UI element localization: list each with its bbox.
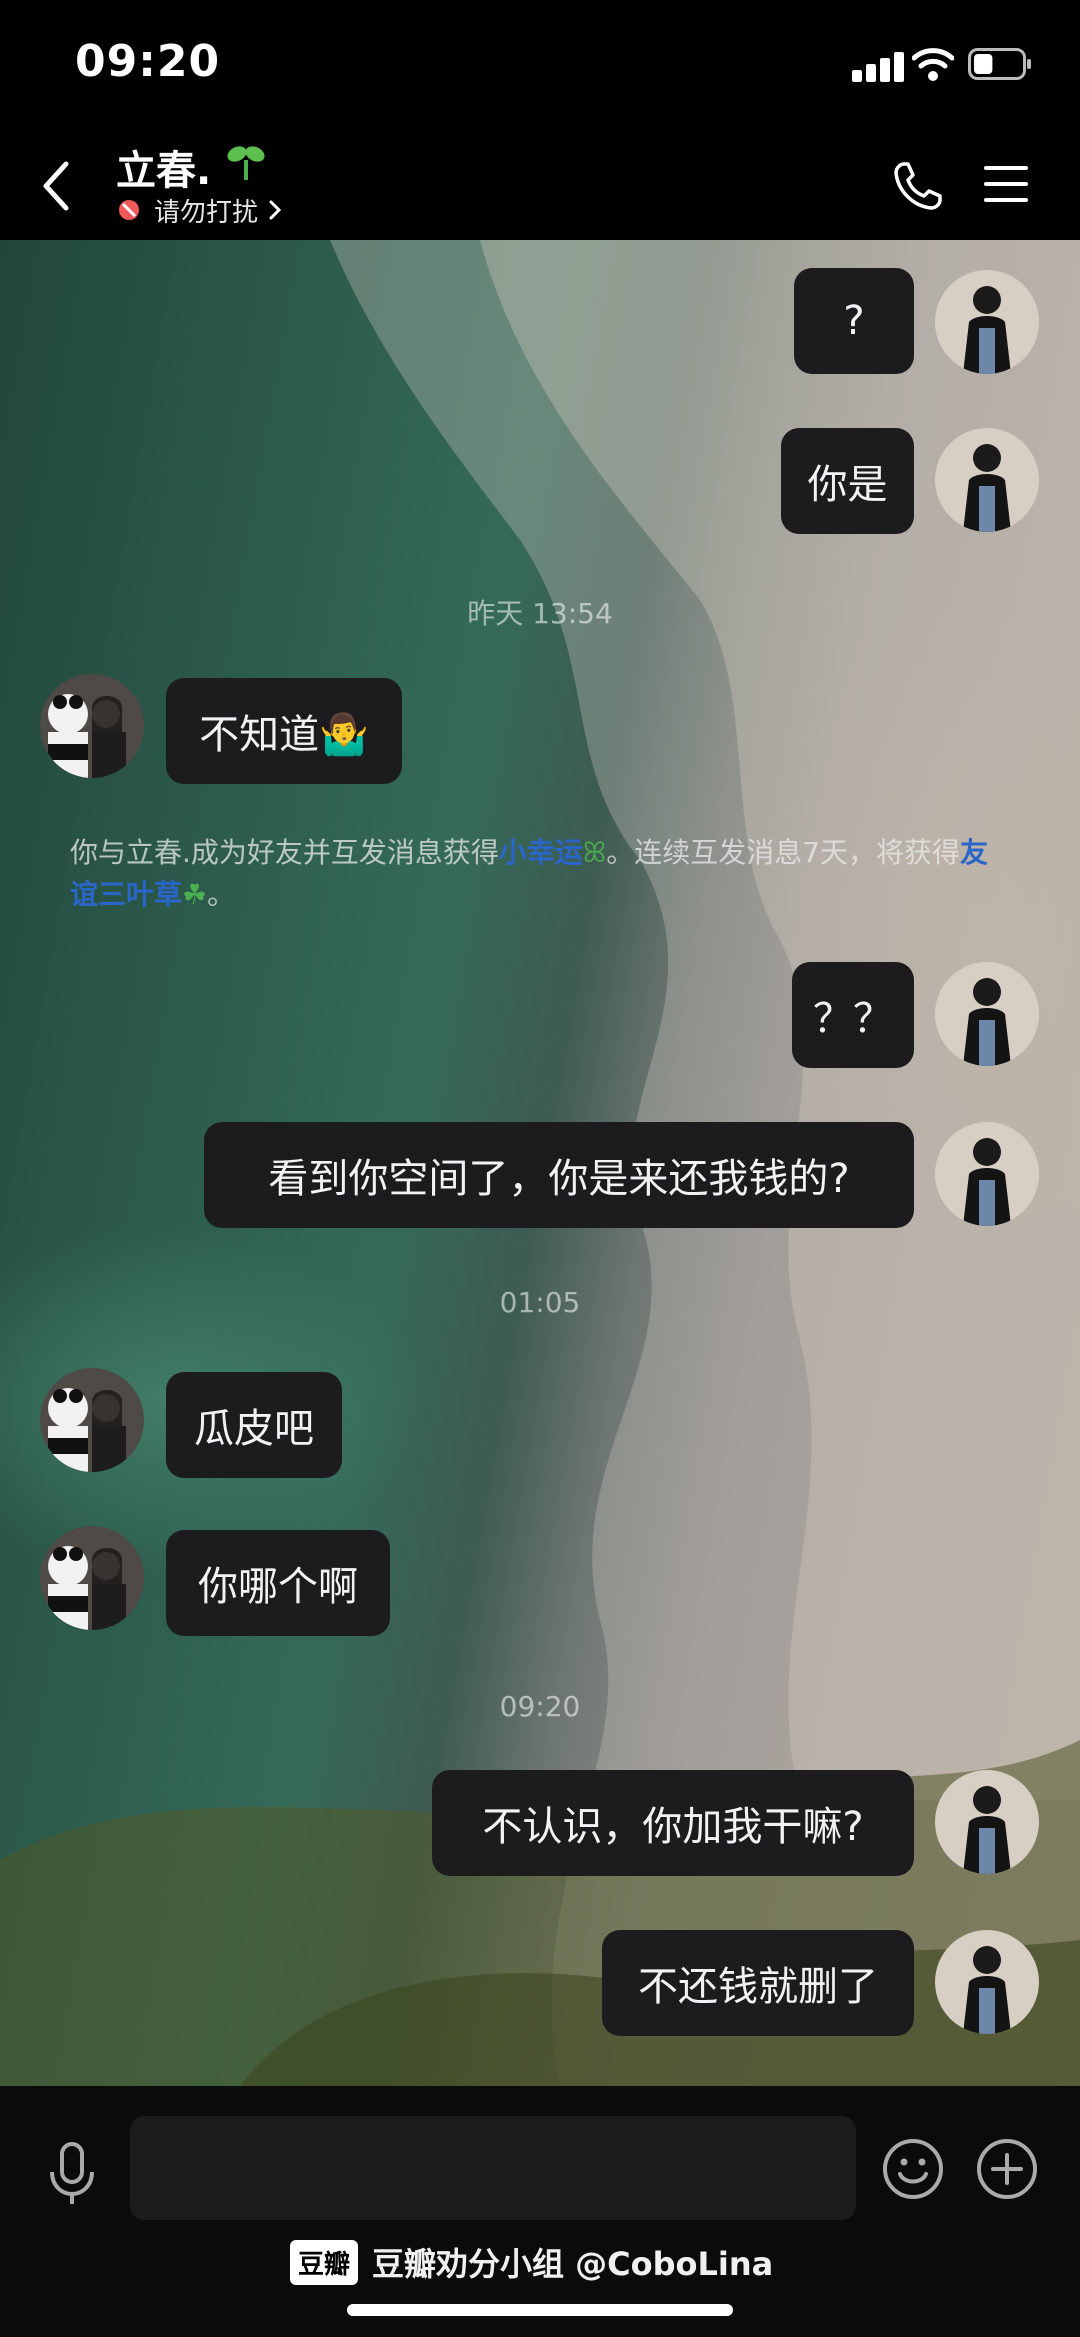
message-bubble-outgoing[interactable]: 不还钱就删了 — [602, 1930, 914, 2036]
battery-icon — [968, 48, 1031, 80]
notice-text: 。 — [207, 878, 236, 911]
chat-area[interactable]: ? 你是 昨天 13:54 不知道🤷‍♂️ 你与立春.成为好友并互发消息获得小幸… — [0, 240, 1080, 2086]
back-arrow-icon[interactable] — [36, 156, 76, 216]
contact-avatar[interactable] — [40, 1368, 144, 1472]
message-input[interactable] — [130, 2116, 856, 2220]
message-bubble-incoming[interactable]: 瓜皮吧 — [166, 1372, 342, 1478]
menu-icon[interactable] — [984, 164, 1028, 204]
my-avatar[interactable] — [935, 1930, 1039, 2034]
message-bubble-outgoing[interactable]: 你是 — [781, 428, 914, 534]
my-avatar[interactable] — [935, 1770, 1039, 1874]
sprout-icon — [227, 146, 265, 180]
avatar-photo — [40, 1368, 144, 1472]
message-bubble-outgoing[interactable]: ? — [794, 268, 914, 374]
avatar-photo — [935, 1930, 1039, 2034]
douban-logo: 豆瓣 — [290, 2239, 359, 2285]
message-bubble-incoming[interactable]: 你哪个啊 — [166, 1530, 390, 1636]
wifi-icon — [912, 48, 954, 81]
home-indicator[interactable] — [347, 2304, 733, 2316]
do-not-disturb-icon — [119, 200, 139, 220]
douban-watermark: 豆瓣 豆瓣劝分小组 @CoboLina — [290, 2238, 773, 2286]
lucky-link[interactable]: 小幸运 — [499, 836, 583, 869]
message-bubble-incoming[interactable]: 不知道🤷‍♂️ — [166, 678, 402, 784]
avatar-photo — [935, 1122, 1039, 1226]
message-bubble-outgoing[interactable]: 看到你空间了，你是来还我钱的? — [204, 1122, 914, 1228]
status-time: 09:20 — [75, 36, 221, 87]
small-sprout-icon: ꕤ — [582, 836, 607, 869]
status-bar: 09:20 — [0, 0, 1080, 130]
contact-avatar[interactable] — [40, 1526, 144, 1630]
contact-avatar[interactable] — [40, 674, 144, 778]
cellular-signal-icon — [852, 52, 904, 82]
avatar-photo — [935, 270, 1039, 374]
avatar-photo — [935, 1770, 1039, 1874]
avatar-photo — [935, 962, 1039, 1066]
timestamp: 09:20 — [499, 1690, 581, 1723]
avatar-photo — [935, 428, 1039, 532]
watermark-text: 豆瓣劝分小组 @CoboLina — [372, 2245, 774, 2283]
timestamp: 昨天 13:54 — [467, 597, 613, 630]
add-icon[interactable] — [976, 2138, 1038, 2200]
my-avatar[interactable] — [935, 428, 1039, 532]
message-bubble-outgoing[interactable]: 不认识，你加我干嘛? — [432, 1770, 914, 1876]
clover-icon: ☘ — [182, 878, 208, 911]
microphone-icon[interactable] — [46, 2142, 98, 2206]
my-avatar[interactable] — [935, 1122, 1039, 1226]
notice-text: 。连续互发消息7天，将获得 — [606, 836, 961, 869]
my-avatar[interactable] — [935, 962, 1039, 1066]
message-bubble-outgoing[interactable]: ？？ — [792, 962, 914, 1068]
dnd-status[interactable]: 请勿打扰 — [118, 192, 282, 228]
chat-header: 立春. 请勿打扰 — [0, 130, 1080, 240]
my-avatar[interactable] — [935, 270, 1039, 374]
phone-call-icon[interactable] — [892, 160, 944, 212]
contact-name[interactable]: 立春. — [116, 138, 211, 196]
chevron-right-icon — [269, 200, 282, 220]
emoji-icon[interactable] — [882, 2138, 944, 2200]
friendship-system-notice: 你与立春.成为好友并互发消息获得小幸运ꕤ。连续互发消息7天，将获得友谊三叶草☘。 — [70, 832, 1010, 916]
input-bar: 豆瓣 豆瓣劝分小组 @CoboLina — [0, 2086, 1080, 2337]
avatar-photo — [40, 674, 144, 778]
dnd-label: 请勿打扰 — [154, 197, 259, 228]
timestamp: 01:05 — [499, 1286, 581, 1319]
avatar-photo — [40, 1526, 144, 1630]
notice-text: 你与立春.成为好友并互发消息获得 — [70, 836, 499, 869]
